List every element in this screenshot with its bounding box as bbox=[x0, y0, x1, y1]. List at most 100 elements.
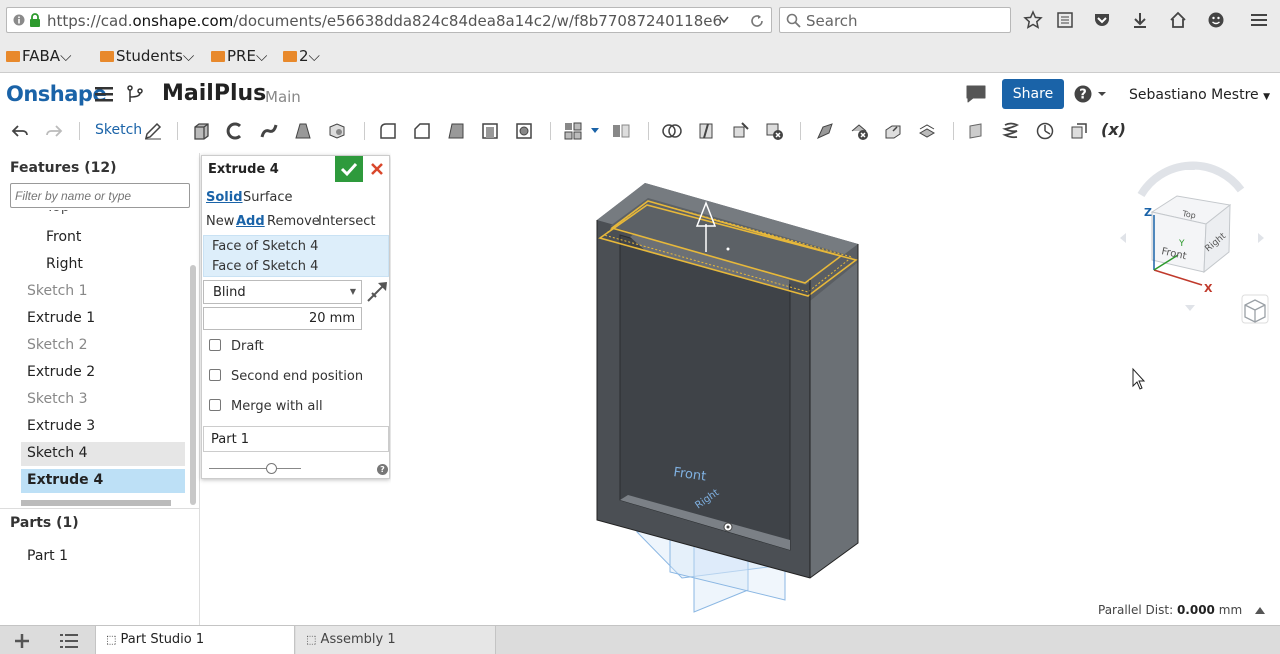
redo-icon[interactable] bbox=[44, 121, 64, 141]
selected-face[interactable]: Face of Sketch 4 bbox=[212, 259, 318, 274]
shell-icon[interactable] bbox=[480, 121, 500, 141]
reload-icon[interactable] bbox=[749, 13, 765, 29]
url-bar[interactable]: https://cad.onshape.com/documents/e56638… bbox=[6, 7, 772, 33]
view-cube[interactable]: Z X Y Top Front Right bbox=[1120, 161, 1264, 311]
search-input[interactable]: Search bbox=[779, 7, 1011, 33]
delete-face-icon[interactable] bbox=[849, 121, 869, 141]
feature-item-sketch-4[interactable]: Sketch 4 bbox=[21, 442, 185, 466]
feature-item-extrude-2[interactable]: Extrude 2 bbox=[21, 361, 185, 385]
sketch-button[interactable]: Sketch bbox=[95, 122, 142, 138]
merge-checkbox[interactable] bbox=[209, 399, 221, 411]
help-icon[interactable]: ? bbox=[377, 464, 388, 475]
dropdown-caret-icon[interactable] bbox=[591, 128, 599, 134]
op-new[interactable]: New bbox=[206, 214, 234, 229]
linear-pattern-icon[interactable] bbox=[563, 121, 583, 141]
fillet-icon[interactable] bbox=[378, 121, 398, 141]
extrude-icon[interactable] bbox=[191, 121, 211, 141]
pocket-icon[interactable] bbox=[1092, 10, 1112, 30]
model-view[interactable]: Front Right Z X Y Top Front Right bbox=[391, 149, 1280, 625]
bookmark-folder-faba[interactable]: FABA⌵ bbox=[6, 47, 71, 65]
pencil-icon[interactable] bbox=[143, 121, 163, 141]
feature-item-extrude-1[interactable]: Extrude 1 bbox=[21, 307, 185, 331]
body-type-surface[interactable]: Surface bbox=[243, 190, 293, 205]
accept-button[interactable] bbox=[335, 156, 363, 182]
loft-icon[interactable] bbox=[293, 121, 313, 141]
home-icon[interactable] bbox=[1168, 10, 1188, 30]
replace-face-icon[interactable] bbox=[917, 121, 937, 141]
expand-up-icon[interactable] bbox=[1254, 605, 1266, 615]
variable-icon[interactable]: (x) bbox=[1101, 120, 1126, 139]
merge-scope-field[interactable]: Part 1 bbox=[203, 426, 389, 452]
depth-input[interactable]: 20 mm bbox=[203, 307, 362, 330]
op-intersect[interactable]: Intersect bbox=[318, 214, 376, 229]
menu-icon[interactable] bbox=[95, 86, 113, 102]
rollback-bar[interactable] bbox=[21, 500, 171, 506]
comment-icon[interactable] bbox=[965, 84, 987, 104]
bookmark-folder-2[interactable]: 2⌵ bbox=[283, 47, 320, 65]
help-icon[interactable]: ? bbox=[1074, 85, 1108, 103]
op-remove[interactable]: Remove bbox=[267, 214, 320, 229]
view-options-icon[interactable] bbox=[1241, 294, 1269, 324]
tab-list-icon[interactable] bbox=[60, 634, 78, 648]
feature-item-right-plane[interactable]: Right bbox=[40, 253, 204, 277]
boolean-icon[interactable] bbox=[662, 121, 682, 141]
onshape-logo[interactable]: Onshape bbox=[6, 82, 107, 106]
feature-list-scrollbar[interactable] bbox=[190, 265, 196, 505]
mirror-icon[interactable] bbox=[611, 121, 631, 141]
version-graph-icon[interactable] bbox=[126, 85, 144, 103]
move-face-icon[interactable] bbox=[883, 121, 903, 141]
feature-item-extrude-3[interactable]: Extrude 3 bbox=[21, 415, 185, 439]
split-icon[interactable] bbox=[696, 121, 716, 141]
body-type-solid[interactable]: Solid bbox=[206, 190, 243, 205]
delete-part-icon[interactable] bbox=[764, 121, 784, 141]
derived-icon[interactable] bbox=[1069, 121, 1089, 141]
op-add[interactable]: Add bbox=[236, 214, 265, 229]
chamfer-icon[interactable] bbox=[412, 121, 432, 141]
tab-part-studio-1[interactable]: ⬚ Part Studio 1 bbox=[95, 626, 295, 654]
sweep-icon[interactable] bbox=[259, 121, 279, 141]
smiley-icon[interactable] bbox=[1206, 10, 1226, 30]
bookmark-folder-students[interactable]: Students⌵ bbox=[100, 47, 194, 65]
faces-selection-box[interactable]: Face of Sketch 4 Face of Sketch 4 bbox=[203, 235, 389, 277]
draft-icon[interactable] bbox=[446, 121, 466, 141]
info-icon[interactable] bbox=[13, 14, 25, 26]
tab-assembly-1[interactable]: ⬚ Assembly 1 bbox=[296, 626, 496, 654]
cancel-button[interactable] bbox=[366, 158, 388, 180]
reading-list-icon[interactable] bbox=[1055, 10, 1075, 30]
draft-checkbox[interactable] bbox=[209, 339, 221, 351]
graphics-viewport[interactable]: Front Right Z X Y Top Front Right bbox=[391, 149, 1280, 625]
plane-icon[interactable] bbox=[967, 121, 987, 141]
preview-slider-handle[interactable] bbox=[266, 463, 277, 474]
feature-item-top[interactable]: Top bbox=[40, 210, 190, 219]
feature-item-sketch-2[interactable]: Sketch 2 bbox=[21, 334, 185, 358]
selected-face[interactable]: Face of Sketch 4 bbox=[212, 239, 318, 254]
flip-direction-icon[interactable] bbox=[366, 279, 390, 303]
document-name[interactable]: MailPlus bbox=[162, 81, 266, 106]
bookmark-star-icon[interactable] bbox=[1023, 10, 1043, 30]
helix-icon[interactable] bbox=[1001, 121, 1021, 141]
modify-fillet-icon[interactable] bbox=[815, 121, 835, 141]
hole-icon[interactable] bbox=[514, 121, 534, 141]
feature-item-sketch-1[interactable]: Sketch 1 bbox=[21, 280, 185, 304]
share-button[interactable]: Share bbox=[1002, 79, 1064, 109]
undo-icon[interactable] bbox=[10, 121, 30, 141]
feature-filter-input[interactable] bbox=[10, 183, 190, 208]
mate-connector-icon[interactable] bbox=[1035, 121, 1055, 141]
feature-item-extrude-4[interactable]: Extrude 4 bbox=[21, 469, 185, 493]
feature-item-sketch-3[interactable]: Sketch 3 bbox=[21, 388, 185, 412]
preview-slider-track[interactable] bbox=[209, 468, 301, 469]
user-menu[interactable]: Sebastiano Mestre ▼ bbox=[1129, 87, 1270, 103]
download-icon[interactable] bbox=[1130, 10, 1150, 30]
chevron-down-icon[interactable] bbox=[719, 16, 729, 24]
feature-item-front-plane[interactable]: Front bbox=[40, 226, 204, 250]
add-tab-icon[interactable] bbox=[14, 633, 30, 649]
end-type-select[interactable]: Blind ▼ bbox=[203, 280, 362, 304]
hamburger-menu-icon[interactable] bbox=[1249, 10, 1269, 30]
bookmark-folder-pre[interactable]: PRE⌵ bbox=[211, 47, 267, 65]
second-end-checkbox[interactable] bbox=[209, 369, 221, 381]
thicken-icon[interactable] bbox=[327, 121, 347, 141]
revolve-icon[interactable] bbox=[225, 121, 245, 141]
part-item-part-1[interactable]: Part 1 bbox=[21, 545, 185, 569]
workspace-name[interactable]: Main bbox=[265, 88, 301, 106]
transform-icon[interactable] bbox=[730, 121, 750, 141]
